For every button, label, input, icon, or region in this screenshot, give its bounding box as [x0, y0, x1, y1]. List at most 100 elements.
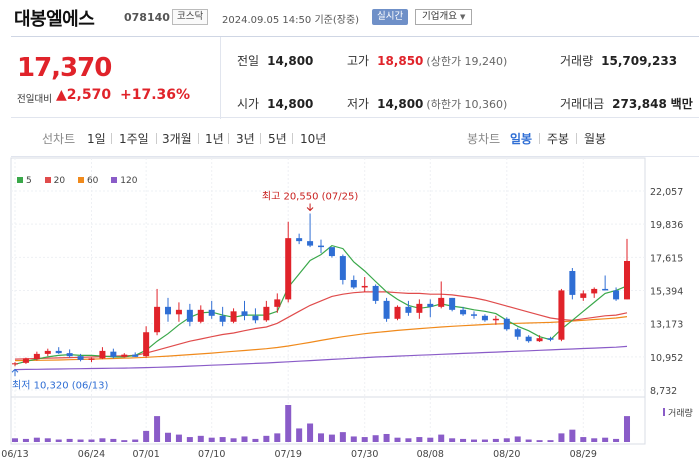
candle-body: [99, 350, 106, 359]
volume-bar: [569, 429, 576, 442]
candle-body: [77, 356, 84, 360]
legend-ma20: 20: [44, 176, 65, 186]
volume-bar: [460, 438, 467, 442]
candle-body: [328, 247, 335, 257]
x-tick-label: 07/10: [198, 449, 225, 460]
volume-bar: [372, 435, 379, 442]
y-tick-label: 10,952: [650, 353, 683, 364]
candle-body: [591, 288, 598, 294]
candle-body: [208, 309, 215, 316]
candle-body: [121, 354, 128, 357]
volume-bar: [328, 434, 335, 442]
volume-bar: [449, 438, 456, 442]
volume-bar: [514, 436, 521, 442]
volume-bar: [416, 437, 423, 442]
candle-body: [88, 358, 95, 360]
volume-bar: [558, 433, 565, 442]
price-chart[interactable]: 거래량 최고 20,550 (07/25) 최저 10,320 (06/13) 2…: [0, 0, 699, 465]
max-arrow-icon: [306, 203, 314, 212]
volume-bar: [536, 440, 543, 442]
min-price-annotation: 최저 10,320 (06/13): [12, 379, 108, 391]
candle-body: [525, 336, 532, 342]
candle-body: [22, 358, 29, 363]
ma5-line: [14, 244, 628, 365]
x-tick-label: 07/30: [351, 449, 378, 460]
volume-bar: [623, 416, 631, 442]
candle-body: [132, 354, 139, 357]
volume-bar: [208, 437, 215, 442]
volume-bar: [55, 439, 62, 442]
volume-label: 거래량: [668, 407, 693, 419]
volume-bar: [44, 438, 51, 442]
y-tick-label: 19,836: [650, 220, 683, 231]
candle-body: [164, 306, 172, 315]
candle-body: [613, 290, 620, 300]
candle-body: [460, 309, 467, 315]
candle-body: [383, 300, 390, 319]
volume-bar: [547, 440, 554, 442]
volume-bar: [383, 433, 390, 442]
candle-body: [241, 311, 248, 316]
volume-bar: [186, 437, 193, 442]
candle-body: [536, 338, 543, 342]
volume-bar: [132, 439, 139, 442]
candle-body: [219, 315, 226, 322]
candle-body: [44, 350, 51, 354]
volume-bar: [503, 438, 510, 442]
volume-bar: [252, 438, 259, 442]
candle-body: [11, 363, 19, 365]
volume-bar: [492, 438, 499, 442]
candle-body: [307, 241, 314, 246]
volume-bar: [175, 434, 182, 442]
candle-body: [394, 306, 401, 319]
volume-bar: [11, 438, 19, 442]
ma-legend: 5 20 60 120: [17, 176, 147, 186]
volume-bar: [121, 440, 128, 442]
candle-body: [110, 351, 117, 357]
candle-body: [197, 309, 204, 322]
volume-bar: [307, 423, 314, 442]
candle-body: [230, 311, 237, 322]
candle-body: [154, 306, 161, 333]
volume-bar: [296, 428, 303, 442]
volume-bar: [580, 437, 587, 442]
x-tick-label: 06/24: [78, 449, 105, 460]
x-tick-label: 08/20: [493, 449, 520, 460]
candle-body: [143, 332, 150, 357]
candle-body: [623, 260, 631, 300]
volume-bar: [317, 433, 325, 442]
candle-body: [361, 285, 368, 288]
x-tick-label: 08/08: [417, 449, 444, 460]
volume-bar: [241, 436, 248, 442]
candle-body: [580, 293, 587, 298]
candle-body: [55, 350, 62, 354]
volume-bar: [285, 405, 292, 442]
x-tick-label: 07/19: [275, 449, 302, 460]
x-tick-label: 06/13: [1, 449, 28, 460]
volume-bar: [602, 437, 609, 442]
volume-bar: [154, 416, 161, 442]
volume-bar: [481, 439, 488, 442]
volume-bar: [525, 439, 532, 442]
candle-body: [438, 297, 445, 307]
y-tick-label: 8,732: [650, 386, 677, 397]
volume-bar: [613, 438, 620, 442]
volume-bar: [197, 435, 204, 442]
candle-body: [339, 256, 346, 280]
volume-bar: [110, 438, 117, 442]
volume-bar: [77, 439, 84, 442]
volume-bar: [274, 433, 281, 442]
candle-body: [186, 309, 193, 322]
volume-bar: [219, 437, 226, 442]
candle-body: [405, 306, 412, 313]
legend-swatch: [77, 177, 84, 183]
volume-bar: [427, 437, 434, 442]
candle-body: [66, 353, 73, 357]
volume-bar: [164, 432, 172, 442]
volume-bar: [394, 437, 401, 442]
candle-body: [175, 309, 182, 315]
legend-ma60: 60: [77, 176, 98, 186]
volume-bar: [88, 439, 95, 442]
y-tick-label: 17,615: [650, 253, 683, 264]
y-tick-label: 15,394: [650, 287, 683, 298]
